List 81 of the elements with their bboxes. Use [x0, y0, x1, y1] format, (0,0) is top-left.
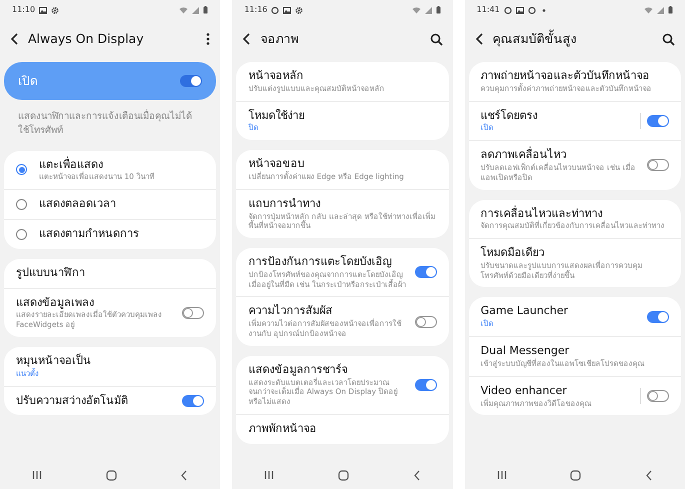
screen-title: คุณสมบัติขั้นสูง: [492, 30, 578, 48]
item-title: ปรับความสว่างอัตโนมัติ: [16, 394, 129, 408]
back-icon[interactable]: [412, 470, 421, 480]
circle-icon: [271, 6, 280, 14]
circle-icon: [504, 6, 512, 14]
wifi-icon: [412, 6, 421, 14]
radio-button[interactable]: [16, 199, 27, 210]
battery-icon: [203, 6, 208, 14]
gear-icon: [51, 6, 60, 14]
image-icon: [39, 6, 48, 14]
status-time: 11:10: [12, 4, 36, 16]
item-title: แสดงตามกำหนดการ: [39, 226, 140, 242]
recent-apps-icon[interactable]: [496, 470, 507, 480]
toggle-switch[interactable]: [414, 378, 437, 391]
search-icon[interactable]: [662, 32, 675, 46]
signal-icon: [424, 6, 432, 14]
item-title: ภาพพักหน้าจอ: [248, 422, 318, 437]
item-title: แถบการนำทาง: [248, 196, 322, 212]
item-title: รูปแบบนาฬิกา: [16, 266, 86, 281]
item-title: ลดภาพเคลื่อนไหว: [480, 148, 568, 162]
settings-item[interactable]: ปรับความสว่างอัตโนมัติ: [4, 386, 216, 416]
settings-item[interactable]: รูปแบบนาฬิกา: [4, 258, 216, 288]
home-icon[interactable]: [570, 470, 582, 480]
item-title: ภาพถ่ายหน้าจอและตัวบันทึกหน้าจอ: [480, 69, 651, 83]
item-title: การเคลื่อนไหวและท่าทาง: [480, 206, 604, 220]
status-time: 11:16: [244, 4, 268, 16]
back-icon[interactable]: [474, 32, 485, 46]
item-title: Video enhancer: [480, 384, 568, 398]
recent-apps-icon[interactable]: [264, 470, 274, 480]
toggle-switch[interactable]: [646, 390, 669, 402]
search-icon[interactable]: [430, 32, 443, 46]
battery-icon: [668, 6, 673, 14]
item-title: แสดงข้อมูลเพลง: [16, 296, 95, 310]
back-icon[interactable]: [645, 470, 654, 480]
item-title: โหมดใช้ง่าย: [248, 108, 306, 124]
toggle-switch[interactable]: [414, 316, 437, 328]
item-title: Dual Messenger: [480, 344, 570, 358]
wifi-icon: [644, 6, 653, 14]
item-title: ความไวการสัมผัส: [248, 304, 334, 318]
item-title: แตะเพื่อแสดง: [39, 158, 104, 172]
description-text: แสดงนาฬิกาและการแจ้งเตือนเมื่อคุณไม่ได้ใช้โทรศัพท์: [17, 108, 193, 138]
toggle-switch[interactable]: [182, 306, 204, 319]
radio-button[interactable]: [16, 228, 27, 240]
image-icon: [283, 6, 292, 14]
item-title: การป้องกันการแตะโดยบังเอิญ: [248, 255, 392, 270]
back-icon[interactable]: [242, 32, 252, 46]
screen-title: Always On Display: [28, 30, 145, 48]
radio-button[interactable]: [16, 164, 27, 176]
image-icon: [516, 6, 524, 14]
more-options-icon[interactable]: [206, 32, 210, 46]
screen-title: จอภาพ: [260, 30, 300, 48]
settings-item[interactable]: แสดงตลอดเวลา: [4, 189, 216, 219]
toggle-switch[interactable]: [414, 266, 437, 278]
toggle-switch[interactable]: [182, 394, 204, 407]
settings-item[interactable]: ภาพพักหน้าจอ: [236, 414, 449, 444]
item-title: หมุนหน้าจอเป็น: [16, 354, 92, 368]
item-title: Game Launcher: [480, 304, 570, 320]
battery-icon: [436, 6, 441, 14]
item-title: หน้าจอหลัก: [248, 69, 304, 84]
item-title: หน้าจอขอบ: [248, 157, 306, 171]
item-title: แสดงตลอดเวลา: [39, 197, 117, 212]
toggle-switch[interactable]: [646, 159, 669, 172]
switch-label: เปิด: [18, 73, 38, 90]
item-title: โหมดมือเดียว: [480, 246, 546, 260]
item-title: แสดงข้อมูลการชาร์จ: [248, 362, 348, 378]
item-title: แชร์โดยตรง: [480, 108, 539, 124]
toggle-switch[interactable]: [180, 75, 202, 87]
recent-apps-icon[interactable]: [32, 470, 42, 480]
signal-icon: [192, 6, 200, 14]
signal-icon: [656, 6, 664, 14]
toggle-switch[interactable]: [646, 310, 669, 323]
back-icon[interactable]: [180, 470, 188, 480]
status-time: 11:41: [476, 4, 500, 16]
home-icon[interactable]: [338, 470, 349, 480]
wifi-icon: [179, 6, 188, 14]
settings-item[interactable]: แสดงตามกำหนดการ: [4, 218, 216, 249]
gear-icon: [295, 6, 304, 14]
toggle-switch[interactable]: [646, 114, 669, 127]
back-icon[interactable]: [10, 32, 20, 46]
circle-icon: [528, 6, 536, 14]
home-icon[interactable]: [106, 470, 117, 480]
